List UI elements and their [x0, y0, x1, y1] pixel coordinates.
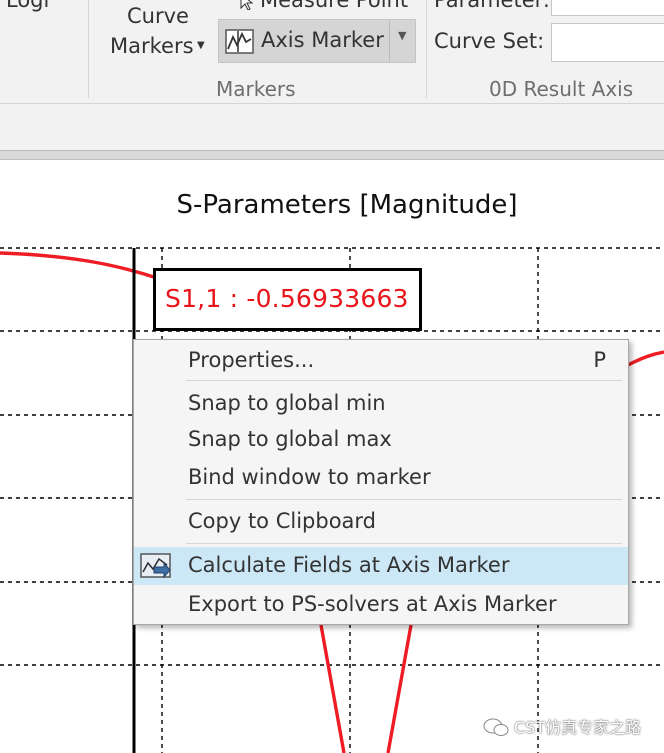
menu-item-bind-window[interactable]: Bind window to marker [134, 460, 628, 496]
menu-item-shortcut: P [593, 348, 606, 372]
calculate-fields-icon [140, 553, 171, 579]
menu-item-label: Export to PS-solvers at Axis Marker [188, 592, 557, 616]
menu-item-label: Calculate Fields at Axis Marker [188, 553, 510, 577]
wechat-icon [483, 718, 509, 736]
s11-curve-dip [319, 624, 413, 753]
menu-separator [186, 543, 622, 544]
menu-separator [186, 380, 622, 381]
menu-item-export-ps-solvers[interactable]: Export to PS-solvers at Axis Marker [134, 587, 628, 623]
axis-marker-context-menu: Properties... P Snap to global min Snap … [133, 339, 629, 625]
menu-item-snap-global-min[interactable]: Snap to global min [134, 386, 628, 422]
menu-item-properties[interactable]: Properties... P [134, 343, 628, 379]
menu-item-snap-global-max[interactable]: Snap to global max [134, 422, 628, 458]
s11-curve [0, 251, 161, 281]
watermark: CST仿真专家之路 [482, 714, 642, 737]
watermark-text: CST仿真专家之路 [514, 718, 642, 737]
menu-item-label: Snap to global max [188, 427, 392, 451]
axis-marker-readout: S1,1 : -0.56933663 [165, 284, 409, 313]
menu-item-label: Properties... [188, 348, 315, 372]
menu-item-calculate-fields[interactable]: Calculate Fields at Axis Marker [134, 547, 628, 585]
menu-item-label: Snap to global min [188, 391, 386, 415]
menu-item-copy-clipboard[interactable]: Copy to Clipboard [134, 504, 628, 540]
s11-curve-right [627, 350, 664, 367]
axis-marker-readout-box[interactable]: S1,1 : -0.56933663 [153, 268, 422, 331]
menu-separator [186, 499, 622, 500]
menu-item-label: Bind window to marker [188, 465, 431, 489]
menu-item-label: Copy to Clipboard [188, 509, 377, 533]
